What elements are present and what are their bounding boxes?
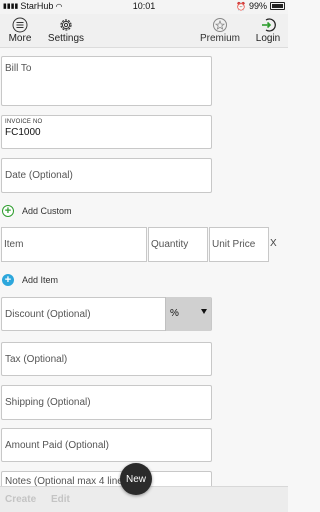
add-custom-label: Add Custom (22, 206, 72, 216)
status-bar: ▮▮▮▮ StarHub ◠ 10:01 ⏰ 99% (0, 0, 288, 14)
discount-placeholder: Discount (Optional) (5, 309, 91, 320)
remove-item-button[interactable]: X (270, 238, 277, 249)
invoice-no-field[interactable]: INVOICE NO FC1000 (1, 115, 212, 149)
login-button[interactable]: Login (253, 17, 283, 44)
add-item-label: Add Item (22, 275, 59, 285)
item-name-field[interactable]: Item (1, 227, 147, 262)
invoice-no-label: INVOICE NO (5, 119, 43, 125)
item-quantity-field[interactable]: Quantity (148, 227, 208, 262)
item-unit-price-field[interactable]: Unit Price (209, 227, 269, 262)
login-label: Login (255, 33, 281, 44)
plus-circle-icon: + (2, 205, 14, 217)
menu-icon (12, 17, 28, 33)
bill-to-placeholder: Bill To (5, 63, 32, 74)
discount-type-select[interactable]: % (165, 297, 211, 331)
add-item-button[interactable]: + Add Item (2, 274, 58, 286)
new-invoice-button[interactable]: New (120, 463, 152, 495)
item-placeholder: Item (4, 239, 24, 250)
shipping-field[interactable]: Shipping (Optional) (1, 385, 212, 420)
add-custom-button[interactable]: + Add Custom (2, 205, 72, 217)
amount-paid-placeholder: Amount Paid (Optional) (5, 440, 109, 451)
top-toolbar: More Settings Premium Login (0, 14, 288, 48)
battery-percent: 99% (248, 1, 267, 11)
alarm-icon: ⏰ (236, 1, 246, 11)
more-label: More (8, 33, 32, 44)
premium-button[interactable]: Premium (198, 17, 242, 44)
amount-paid-field[interactable]: Amount Paid (Optional) (1, 428, 212, 462)
tax-placeholder: Tax (Optional) (5, 354, 68, 365)
status-right: ⏰ 99% (236, 1, 285, 11)
dropdown-arrow-icon (201, 309, 207, 314)
quantity-placeholder: Quantity (151, 239, 189, 250)
plus-circle-icon: + (2, 274, 14, 286)
battery-icon (270, 2, 285, 10)
bill-to-field[interactable]: Bill To (1, 56, 212, 106)
date-placeholder: Date (Optional) (5, 170, 73, 181)
settings-button[interactable]: Settings (46, 17, 86, 44)
invoice-no-value: FC1000 (5, 127, 41, 138)
create-button[interactable]: Create (5, 494, 36, 505)
date-field[interactable]: Date (Optional) (1, 158, 212, 193)
edit-button[interactable]: Edit (51, 494, 70, 505)
more-button[interactable]: More (7, 17, 33, 44)
unit-price-placeholder: Unit Price (212, 239, 256, 250)
settings-label: Settings (47, 33, 85, 44)
shipping-placeholder: Shipping (Optional) (5, 397, 91, 408)
gear-icon (60, 19, 72, 31)
premium-label: Premium (199, 33, 240, 44)
premium-icon (213, 18, 227, 32)
tax-field[interactable]: Tax (Optional) (1, 342, 212, 376)
discount-type-value: % (170, 308, 179, 319)
login-icon (262, 18, 276, 32)
